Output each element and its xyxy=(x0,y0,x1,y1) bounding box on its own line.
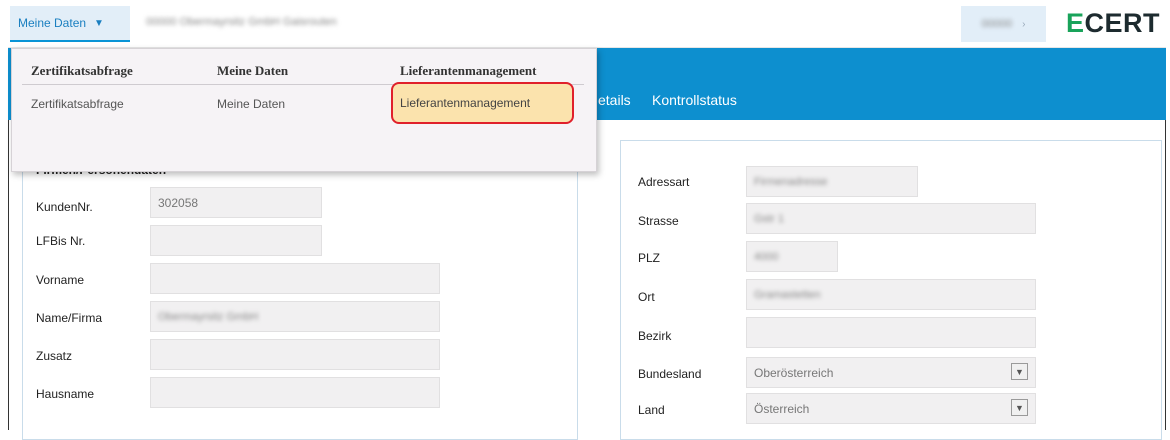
adressart-field[interactable]: Firmenadresse xyxy=(746,166,918,197)
user-name: 00000 xyxy=(981,18,1013,30)
top-bar: Meine Daten ▼ 00000 Obermayrsitz GmbH Ga… xyxy=(8,0,1166,48)
label-zusatz: Zusatz xyxy=(36,349,73,363)
dropdown-heading-lieferantenmanagement: Lieferantenmanagement xyxy=(400,63,537,78)
user-menu[interactable]: 00000 › xyxy=(961,6,1046,42)
menu-item-zertifikatsabfrage[interactable]: Zertifikatsabfrage xyxy=(31,97,124,111)
label-vorname: Vorname xyxy=(36,273,85,287)
ecert-logo: ECERT xyxy=(1065,8,1160,38)
tab-kontrollstatus[interactable]: Kontrollstatus xyxy=(652,92,737,108)
bundesland-value: Oberösterreich xyxy=(754,365,834,380)
menu-label: Meine Daten xyxy=(18,16,87,30)
chevron-down-icon[interactable]: ▼ xyxy=(1011,363,1028,380)
chevron-down-icon: ▼ xyxy=(94,17,104,29)
label-hausname: Hausname xyxy=(36,387,95,401)
label-plz: PLZ xyxy=(638,251,661,265)
kundennr-value: 302058 xyxy=(158,195,199,210)
kundennr-field[interactable]: 302058 xyxy=(150,187,322,218)
tab-details[interactable]: etails xyxy=(598,92,631,108)
lfbis-nr-field[interactable] xyxy=(150,225,322,256)
land-select[interactable]: Österreich ▼ xyxy=(746,393,1036,424)
menu-item-meine-daten[interactable]: Meine Daten xyxy=(217,97,285,111)
zusatz-field[interactable] xyxy=(150,339,440,370)
label-ort: Ort xyxy=(638,290,655,304)
dropdown-heading-meine-daten: Meine Daten xyxy=(217,63,289,78)
label-lfbis-nr: LFBis Nr. xyxy=(36,234,86,248)
chevron-right-icon: › xyxy=(1022,18,1026,30)
menu-item-lieferantenmanagement[interactable]: Lieferantenmanagement xyxy=(391,82,574,124)
name-firma-field[interactable]: Obermayrsitz GmbH xyxy=(150,301,440,332)
hausname-field[interactable] xyxy=(150,377,440,408)
label-land: Land xyxy=(638,403,665,417)
label-bundesland: Bundesland xyxy=(638,367,702,381)
name-firma-value: Obermayrsitz GmbH xyxy=(158,310,259,323)
plz-field[interactable]: 4000 xyxy=(746,241,838,272)
label-adressart: Adressart xyxy=(638,175,690,189)
strasse-field[interactable]: Gstr 1 xyxy=(746,203,1036,234)
meine-daten-dropdown: Zertifikatsabfrage Meine Daten Lieferant… xyxy=(11,48,597,172)
land-value: Österreich xyxy=(754,401,810,416)
bundesland-select[interactable]: Oberösterreich ▼ xyxy=(746,357,1036,388)
company-name: 00000 Obermayrsitz GmbH Gaisrouten xyxy=(146,16,337,28)
vorname-field[interactable] xyxy=(150,263,440,294)
ort-field[interactable]: Gramastetten xyxy=(746,279,1036,310)
label-strasse: Strasse xyxy=(638,214,679,228)
chevron-down-icon[interactable]: ▼ xyxy=(1011,399,1028,416)
bezirk-field[interactable] xyxy=(746,317,1036,348)
dropdown-heading-zertifikatsabfrage: Zertifikatsabfrage xyxy=(31,63,133,78)
meine-daten-menu-button[interactable]: Meine Daten ▼ xyxy=(10,6,130,42)
label-name-firma: Name/Firma xyxy=(36,311,103,325)
label-kundennr: KundenNr. xyxy=(36,200,93,214)
label-bezirk: Bezirk xyxy=(638,329,672,343)
